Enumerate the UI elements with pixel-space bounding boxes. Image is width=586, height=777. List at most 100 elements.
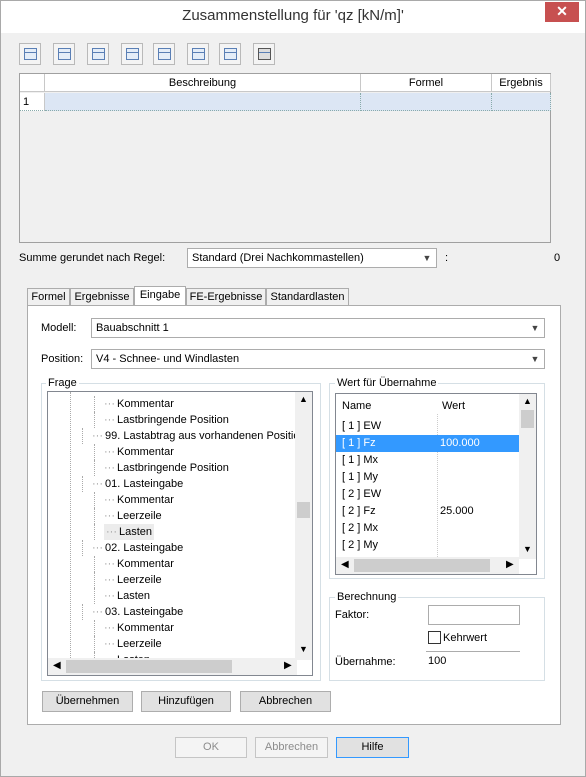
column-header-wert[interactable]: Wert [442,400,465,412]
column-header-formel[interactable]: Formel [361,74,492,92]
tree-item[interactable]: ··· 02. Lasteingabe [92,540,183,556]
tree-item-label: Lasten [117,590,151,602]
list-row[interactable]: [ 2 ] EW [336,486,520,503]
tree-item-label: 99. Lastabtrag aus vorhandenen Positione… [105,430,313,442]
tree-connector: ··· [92,542,103,554]
list-vertical-scrollbar[interactable]: ▲ ▼ [519,394,536,559]
tree-item[interactable]: ··· Kommentar [104,396,174,412]
tree-item[interactable]: ··· Leerzeile [104,636,162,652]
wert-list[interactable]: Name Wert [ 1 ] EW [ 1 ] Fz 100.000 [ 1 ] M… [335,393,537,575]
tree-connector: ··· [104,558,115,570]
chevron-down-icon: ▼ [530,354,540,364]
tree-guide-line [94,588,95,604]
list-row[interactable]: [ 1 ] My [336,469,520,486]
modell-value: Bauabschnitt 1 [96,322,169,334]
move-down-icon[interactable] [219,43,241,65]
tree-item[interactable]: ··· Lastbringende Position [104,460,229,476]
tree-item[interactable]: ··· Kommentar [104,620,174,636]
scroll-thumb[interactable] [297,502,310,518]
scroll-up-icon[interactable]: ▲ [299,394,308,404]
abbrechen-button[interactable]: Abbrechen [255,737,328,758]
save-icon[interactable] [253,43,275,65]
list-row[interactable]: [ 1 ] Mx [336,452,520,469]
tree-item[interactable]: ··· 01. Lasteingabe [92,476,183,492]
title-bar: Zusammenstellung für 'qz [kN/m]' ✕ [1,1,585,33]
scroll-left-icon[interactable]: ◀ [341,559,349,570]
scroll-up-icon[interactable]: ▲ [523,396,532,406]
column-header-ergebnis[interactable]: Ergebnis [492,74,551,92]
tree-item[interactable]: ··· 99. Lastabtrag aus vorhandenen Positi… [92,428,313,444]
cell-ergebnis[interactable] [492,93,551,111]
tree-item[interactable]: ···Lasten [104,524,155,540]
summe-label: Summe gerundet nach Regel: [19,252,166,264]
list-cell-name: [ 1 ] Mx [342,454,379,466]
move-up-icon[interactable] [187,43,209,65]
tree-item[interactable]: ··· Leerzeile [104,508,162,524]
frage-tree[interactable]: ··· Kommentar ··· Lastbringende Position ···… [47,391,313,676]
tree-connector: ··· [104,638,115,650]
insert-row-icon[interactable] [19,43,41,65]
tree-item[interactable]: ··· Leerzeile [104,572,162,588]
tree-item[interactable]: ···Lasten [104,588,150,604]
paste-icon[interactable] [153,43,175,65]
tree-guide-line [94,524,95,540]
ok-button[interactable]: OK [175,737,247,758]
chevron-down-icon: ▼ [422,253,432,263]
tree-item[interactable]: ··· Kommentar [104,556,174,572]
tab-standardlasten[interactable]: Standardlasten [266,288,349,306]
scroll-right-icon[interactable]: ▶ [506,559,514,570]
uebernahme-input[interactable]: 100 [426,651,520,671]
tab-formel[interactable]: Formel [27,288,70,306]
delete-row-icon[interactable] [87,43,109,65]
scroll-thumb[interactable] [66,660,232,673]
tree-connector: ··· [104,446,115,458]
kehrwert-label: Kehrwert [443,632,488,644]
tree-item[interactable]: ··· Kommentar [104,492,174,508]
list-row[interactable]: [ 2 ] My [336,537,520,554]
hinzufuegen-button[interactable]: Hinzufügen [141,691,231,712]
list-horizontal-scrollbar[interactable]: ◀ ▶ [336,557,519,574]
tree-connector: ··· [92,430,103,442]
close-button[interactable]: ✕ [545,2,579,22]
list-row[interactable]: [ 1 ] Fz 100.000 [336,435,520,452]
tree-item-label: Lastbringende Position [117,414,229,426]
position-value: V4 - Schnee- und Windlasten [96,353,240,365]
tree-vertical-scrollbar[interactable]: ▲ ▼ [295,392,312,660]
scroll-left-icon[interactable]: ◀ [53,660,61,671]
scroll-down-icon[interactable]: ▼ [523,544,532,554]
faktor-input[interactable] [428,605,520,625]
list-row[interactable]: [ 1 ] EW [336,418,520,435]
scroll-thumb[interactable] [521,410,534,428]
list-row[interactable]: [ 2 ] Fz 25.000 [336,503,520,520]
rounding-rule-select[interactable]: Standard (Drei Nachkommastellen) ▼ [187,248,437,268]
position-select[interactable]: V4 - Schnee- und Windlasten ▼ [91,349,545,369]
uebernehmen-button[interactable]: Übernehmen [42,691,133,712]
abbrechen-action-button[interactable]: Abbrechen [240,691,331,712]
modell-select[interactable]: Bauabschnitt 1 ▼ [91,318,545,338]
tab-fe-ergebnisse[interactable]: FE-Ergebnisse [186,288,266,306]
tree-item[interactable]: ··· Lastbringende Position [104,412,229,428]
scroll-down-icon[interactable]: ▼ [299,644,308,654]
list-cell-wert: 25.000 [440,505,474,517]
tree-item-label: 03. Lasteingabe [105,606,184,618]
column-header-beschreibung[interactable]: Beschreibung [45,74,361,92]
tree-guide-line [82,476,83,492]
kehrwert-checkbox[interactable] [428,631,441,644]
row-number[interactable]: 1 [20,93,45,111]
column-header-name[interactable]: Name [342,400,371,412]
tree-horizontal-scrollbar[interactable]: ◀ ▶ [48,658,297,675]
tab-ergebnisse[interactable]: Ergebnisse [70,288,134,306]
list-row[interactable]: [ 2 ] Mx [336,520,520,537]
cell-formel[interactable] [361,93,492,111]
tab-eingabe[interactable]: Eingabe [134,286,186,307]
summary-grid[interactable]: Beschreibung Formel Ergebnis 1 [19,73,551,243]
scroll-right-icon[interactable]: ▶ [284,660,292,671]
insert-col-icon[interactable] [53,43,75,65]
scroll-thumb[interactable] [354,559,490,572]
tree-item[interactable]: ··· 03. Lasteingabe [92,604,183,620]
cell-beschreibung[interactable] [45,93,361,111]
tree-item[interactable]: ··· Kommentar [104,444,174,460]
hilfe-button[interactable]: Hilfe [336,737,409,758]
copy-icon[interactable] [121,43,143,65]
frage-legend: Frage [46,377,79,389]
